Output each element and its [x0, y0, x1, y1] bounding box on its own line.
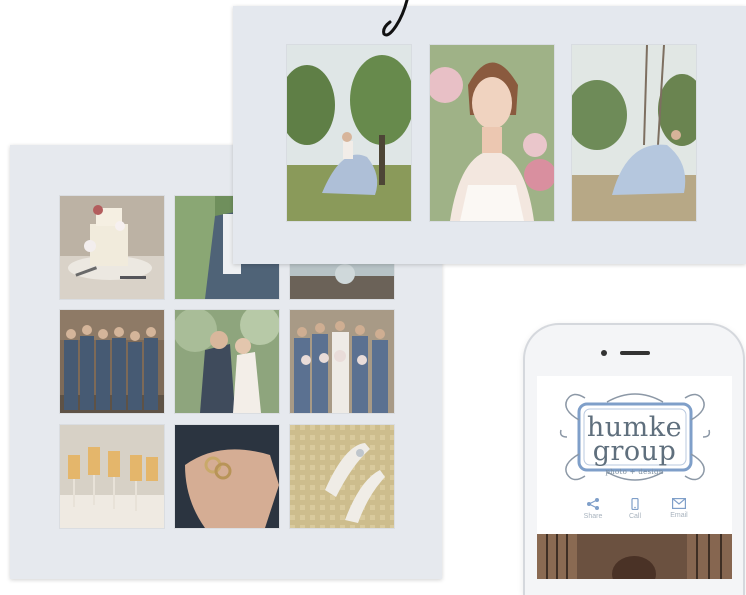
photo-bride-twirling	[287, 45, 411, 221]
photo-wedding-cake	[60, 196, 164, 299]
photo-mat-trio	[233, 6, 746, 264]
photo-bridal-shoes	[290, 425, 394, 528]
photo-bride-on-swing	[572, 45, 696, 221]
script-flourish-graphic	[382, 0, 409, 37]
email-button[interactable]: Email	[659, 498, 699, 519]
contact-action-bar: Share Call Email	[537, 498, 732, 530]
phone-hero-photo	[537, 534, 732, 579]
phone-camera	[601, 350, 607, 356]
photo-bridesmaids-group	[290, 310, 394, 413]
logo-wordmark-line2: group	[592, 436, 677, 467]
photo-bride-portrait	[430, 45, 554, 221]
phone-screen: humke group photo + design Share Call Em…	[537, 376, 732, 579]
photo-champagne-glasses	[60, 425, 164, 528]
logo-tagline: photo + design	[605, 468, 664, 476]
email-icon	[672, 498, 686, 509]
brand-logo: humke group photo + design	[537, 380, 732, 490]
share-label: Share	[583, 513, 603, 520]
photo-wedding-rings-in-hand	[175, 425, 279, 528]
phone-icon	[631, 498, 639, 510]
call-button[interactable]: Call	[615, 498, 655, 520]
call-label: Call	[628, 513, 642, 520]
email-label: Email	[670, 512, 688, 519]
share-button[interactable]: Share	[573, 498, 613, 520]
phone-speaker	[620, 351, 650, 355]
share-icon	[587, 498, 599, 510]
photo-couple-embracing	[175, 310, 279, 413]
photo-groomsmen-group	[60, 310, 164, 413]
